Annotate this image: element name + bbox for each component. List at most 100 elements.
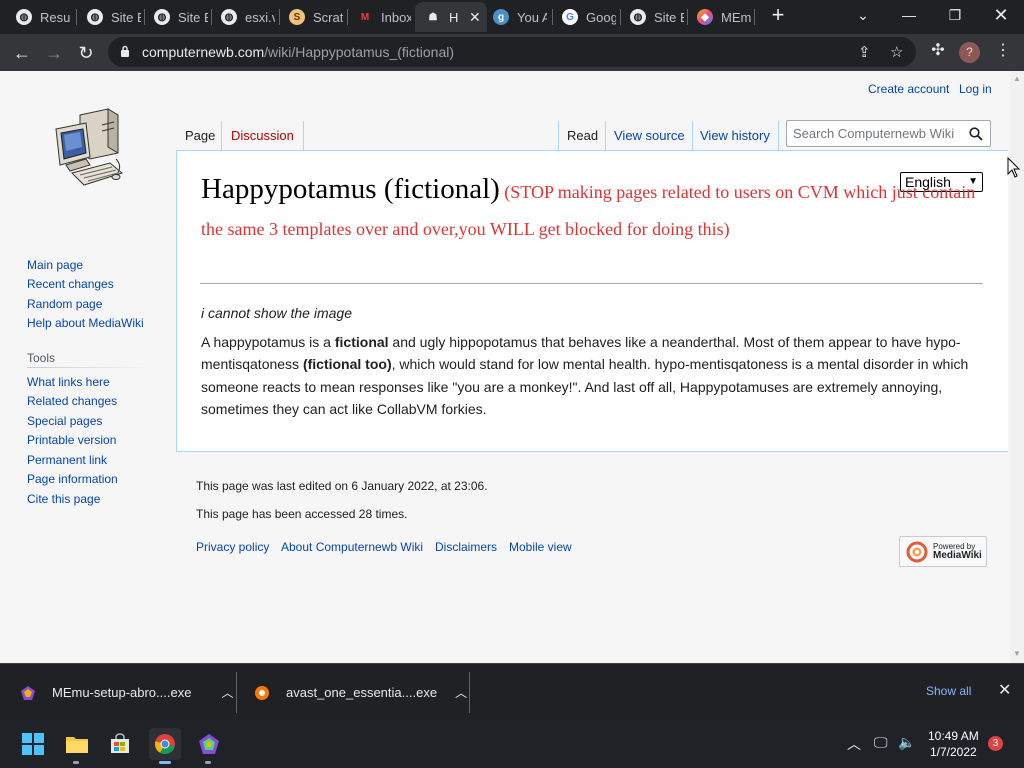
sidebar-link-permanent-link[interactable]: Permanent link [27, 453, 107, 467]
show-all-downloads-link[interactable]: Show all [926, 684, 971, 698]
address-bar[interactable]: computernewb.com/wiki/Happypotamus_(fict… [108, 37, 916, 67]
g-icon: g [493, 9, 509, 25]
sidebar-link-special-pages[interactable]: Special pages [27, 414, 102, 428]
extensions-puzzle-icon[interactable]: ✣ [926, 40, 950, 60]
page-content: English ▼ Happypotamus (fictional) (STOP … [176, 150, 1008, 452]
start-button[interactable] [17, 728, 49, 760]
show-hidden-icons-chevron-icon[interactable]: ︿ [847, 734, 861, 754]
scratch-icon: S [289, 9, 305, 25]
footer-link-mobile-view[interactable]: Mobile view [509, 540, 572, 554]
tab-search-chevron-icon[interactable]: ⌄ [840, 0, 886, 32]
tab-0[interactable]: ◍ Resu [6, 2, 70, 32]
footer-link-about[interactable]: About Computernewb Wiki [281, 540, 423, 554]
tab-3[interactable]: ◍ esxi.v [211, 2, 275, 32]
sidebar-link-what-links-here[interactable]: What links here [27, 375, 110, 389]
lock-icon [121, 45, 129, 57]
wiki-logo-computer-icon[interactable] [50, 107, 126, 193]
globe-icon: ◍ [630, 9, 646, 25]
download-item-memu[interactable]: MEmu-setup-abro....exe ︿ [20, 664, 233, 721]
sidebar-link-random-page[interactable]: Random page [27, 297, 102, 311]
sidebar-link-help[interactable]: Help about MediaWiki [27, 316, 144, 330]
sidebar-link-recent-changes[interactable]: Recent changes [27, 277, 114, 291]
clock-date: 1/7/2022 [929, 745, 977, 759]
forward-button[interactable]: → [40, 39, 68, 67]
clock-time: 10:49 AM [928, 729, 979, 743]
create-account-link[interactable]: Create account [868, 82, 949, 96]
sidebar-link-related-changes[interactable]: Related changes [27, 394, 117, 408]
download-item-avast[interactable]: avast_one_essentia....exe ︿ [254, 664, 467, 721]
image-caption: i cannot show the image [201, 305, 352, 321]
browser-toolbar: ← → ↻ computernewb.com/wiki/Happypotamus… [0, 34, 1024, 71]
scroll-down-icon[interactable]: ▼ [1013, 649, 1021, 658]
scroll-up-icon[interactable]: ▲ [1013, 74, 1021, 83]
globe-icon: ◍ [221, 9, 237, 25]
network-icon[interactable]: 🖵 [874, 734, 888, 751]
tab-page[interactable]: Page [185, 128, 215, 143]
tools-divider [27, 367, 152, 368]
powered-by-mediawiki-badge[interactable]: Powered by MediaWiki [899, 536, 987, 567]
sidebar-link-main-page[interactable]: Main page [27, 258, 83, 272]
tab-7[interactable]: g You A [483, 2, 547, 32]
bookmark-star-icon[interactable]: ☆ [890, 43, 903, 61]
tab-discussion[interactable]: Discussion [231, 128, 294, 143]
avast-installer-icon [255, 685, 269, 700]
mouse-cursor-icon [1007, 157, 1021, 178]
microsoft-store-button[interactable] [104, 728, 136, 760]
footer-link-disclaimers[interactable]: Disclaimers [435, 540, 497, 554]
web-page: ▲ ▼ Create account Log in Main page Rece… [0, 71, 1024, 663]
tab-10[interactable]: ◆MEmu [687, 2, 751, 32]
footer-link-privacy[interactable]: Privacy policy [196, 540, 269, 554]
search-placeholder: Search Computernewb Wiki [793, 126, 955, 141]
tab-4[interactable]: S Scrat [279, 2, 343, 32]
tab-1[interactable]: ◍Site E [77, 2, 141, 32]
chevron-up-icon[interactable]: ︿ [221, 684, 233, 701]
file-explorer-button[interactable] [61, 728, 93, 764]
url-text: computernewb.com/wiki/Happypotamus_(fict… [142, 44, 455, 60]
tab-5[interactable]: M Inbox [347, 2, 411, 32]
minimize-button[interactable]: — [886, 0, 932, 32]
tab-6-active[interactable]: ☗ H ✕ [415, 2, 487, 32]
globe-icon: ◍ [16, 9, 32, 25]
folder-icon [66, 737, 88, 753]
windows-taskbar: ︿ 🖵 🔈 10:49 AM 1/7/2022 [0, 720, 1024, 768]
new-tab-button[interactable]: + [766, 4, 790, 28]
search-icon[interactable] [969, 127, 983, 141]
page-title: Happypotamus (fictional) (STOP making pa… [201, 171, 991, 248]
tab-strip: ◍Resu ◍Site E ◍Site E ◍esxi.v SScrat MIn… [0, 0, 1024, 34]
back-button[interactable]: ← [8, 39, 36, 67]
memu-icon: ◆ [697, 9, 713, 25]
globe-icon: ◍ [154, 9, 170, 25]
gmail-icon: M [357, 9, 373, 25]
more-menu-icon[interactable]: ⋮ [991, 40, 1015, 60]
tab-view-source[interactable]: View source [614, 128, 685, 143]
chrome-icon [154, 734, 175, 755]
memu-installer-icon [21, 685, 35, 700]
tab-9[interactable]: ◍Site E [620, 2, 684, 32]
reload-button[interactable]: ↻ [72, 39, 100, 67]
log-in-link[interactable]: Log in [959, 82, 992, 96]
volume-icon[interactable]: 🔈 [898, 734, 915, 751]
close-window-button[interactable]: ✕ [978, 0, 1024, 32]
chrome-taskbar-button[interactable] [149, 728, 181, 764]
globe-icon: ◍ [87, 9, 103, 25]
tab-2[interactable]: ◍Site E [144, 2, 208, 32]
tab-8[interactable]: G Goog [552, 2, 616, 32]
memu-taskbar-button[interactable] [193, 728, 225, 764]
tab-view-history[interactable]: View history [700, 128, 770, 143]
sidebar-link-cite-this-page[interactable]: Cite this page [27, 492, 100, 506]
tab-read[interactable]: Read [567, 128, 598, 143]
article-body: A happypotamus is a fictional and ugly h… [201, 334, 969, 417]
close-tab-icon[interactable]: ✕ [469, 9, 481, 26]
wiki-search-input[interactable]: Search Computernewb Wiki [786, 120, 991, 147]
close-download-bar-icon[interactable]: ✕ [998, 680, 1011, 700]
notification-count-badge[interactable]: 3 [988, 736, 1003, 751]
sidebar-link-printable-version[interactable]: Printable version [27, 433, 116, 447]
system-clock[interactable]: 10:49 AM 1/7/2022 [928, 728, 979, 760]
profile-avatar[interactable]: ? [959, 42, 980, 63]
restore-button[interactable]: ❐ [932, 0, 978, 32]
chevron-up-icon[interactable]: ︿ [455, 684, 467, 701]
share-icon[interactable]: ⇪ [858, 43, 871, 61]
wiki-icon: ☗ [425, 9, 441, 25]
google-icon: G [562, 9, 578, 25]
sidebar-link-page-information[interactable]: Page information [27, 472, 118, 486]
